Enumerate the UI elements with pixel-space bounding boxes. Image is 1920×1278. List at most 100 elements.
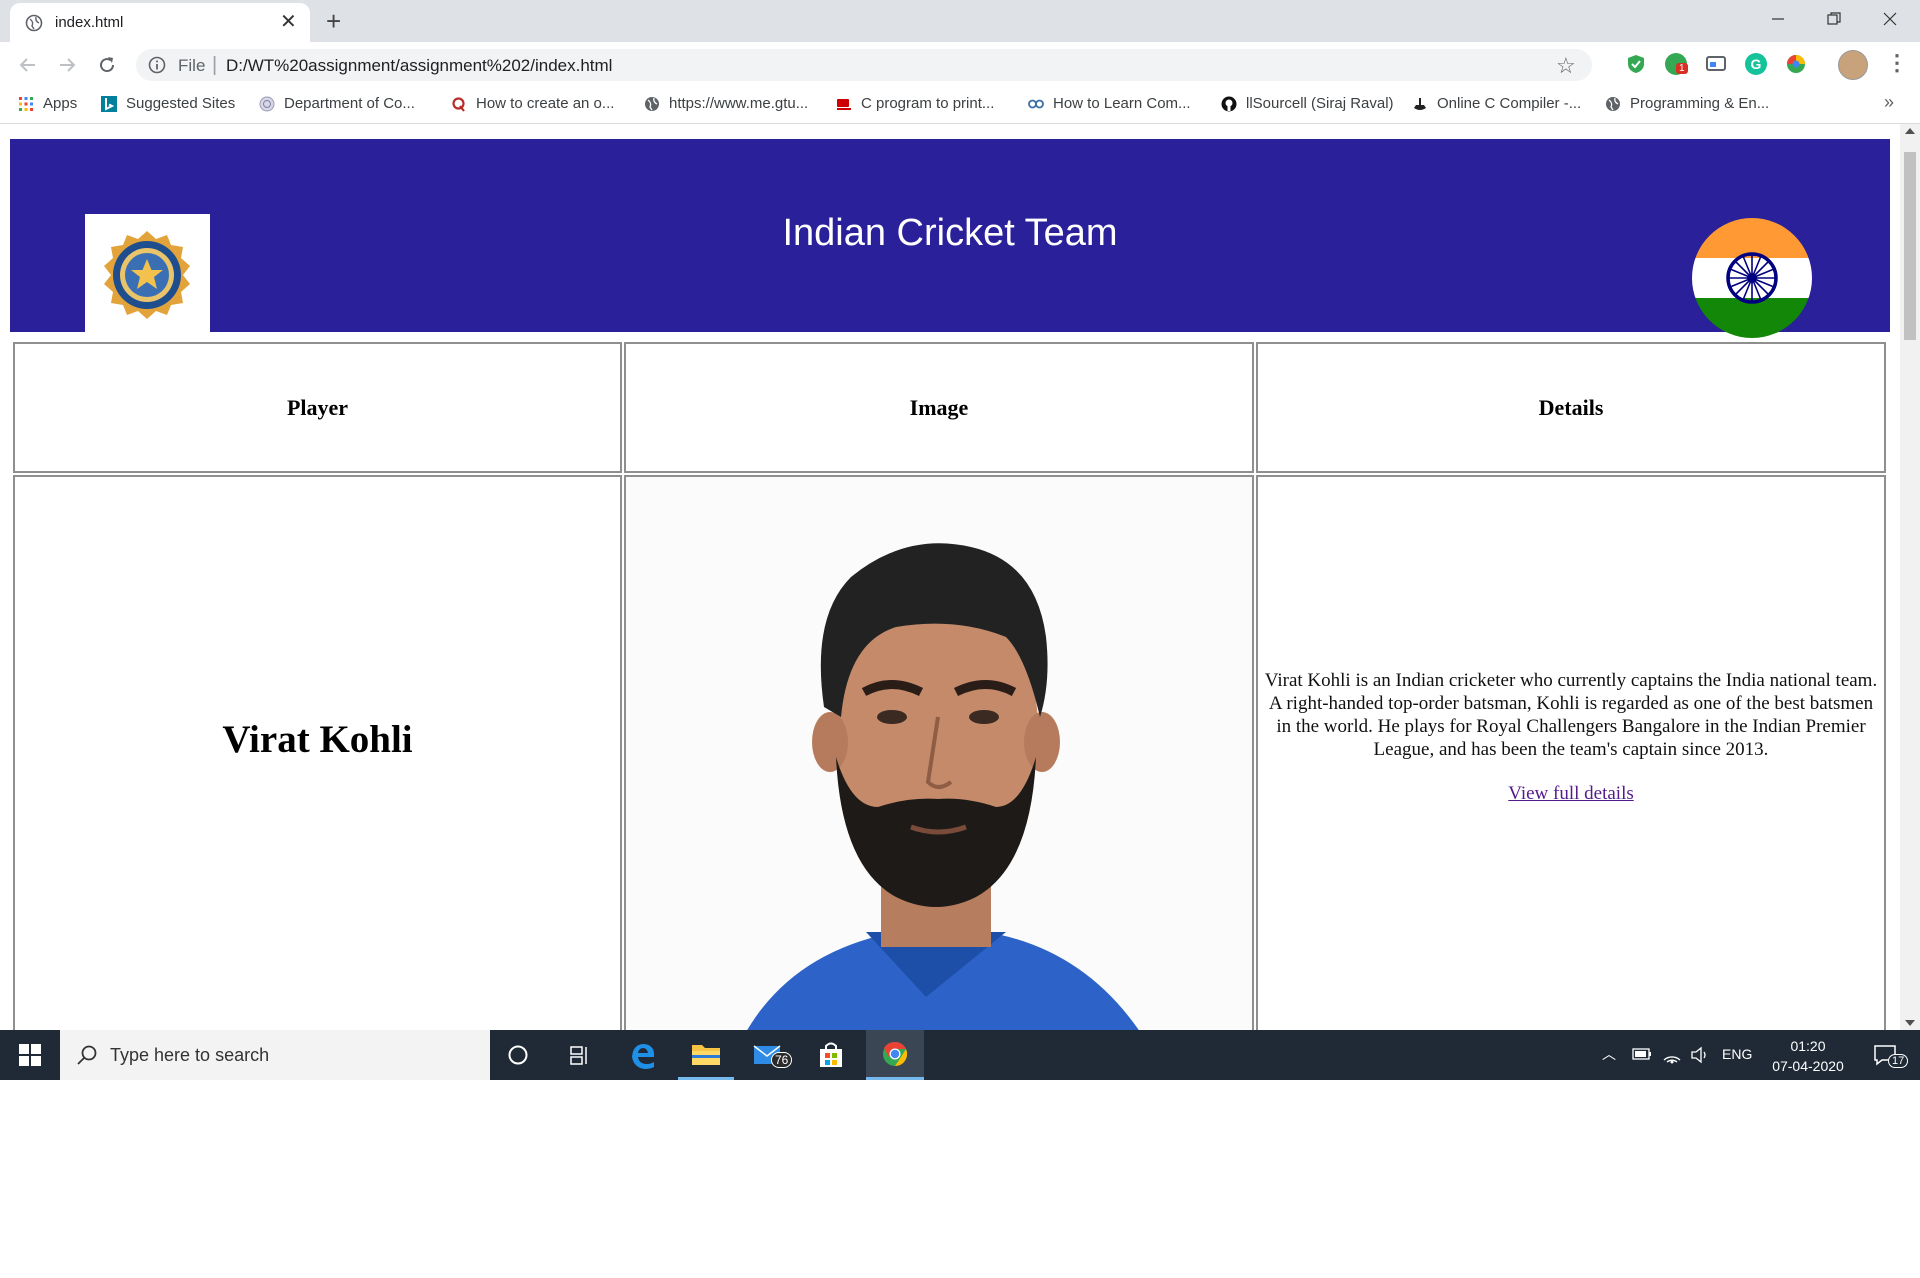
folder-icon [692,1044,720,1065]
task-view-icon [570,1046,587,1065]
grammarly-icon[interactable]: G [1745,53,1767,75]
bookmark-label: llSourcell (Siraj Raval) [1246,95,1394,112]
url-separator: | [212,54,218,76]
restore-button[interactable] [1806,0,1862,38]
globe-icon [1606,96,1620,111]
scrollbar-thumb[interactable] [1904,152,1916,340]
bookmark-label: Suggested Sites [126,95,236,112]
shield-extension-icon[interactable] [1625,53,1647,75]
bing-icon [101,95,117,112]
edge-icon [632,1044,655,1069]
github-icon [1221,96,1237,111]
battery-icon[interactable] [1632,1047,1652,1061]
wifi-icon[interactable] [1662,1046,1682,1064]
bookmark-github[interactable]: llSourcell (Siraj Raval) [1221,95,1394,112]
bookmark-star-icon[interactable]: ☆ [1556,53,1576,79]
bookmark-c-program[interactable]: C program to print... [836,95,994,112]
bookmark-department[interactable]: Department of Co... [259,95,415,112]
action-center-button[interactable]: 17 [1860,1030,1910,1080]
bookmark-quora[interactable]: How to create an o... [451,95,614,112]
cast-extension-icon[interactable] [1705,53,1727,75]
task-view-button[interactable] [552,1030,608,1080]
edge-button[interactable] [615,1030,671,1080]
input-language[interactable]: ENG [1722,1046,1752,1062]
cortana-button[interactable] [490,1030,546,1080]
new-tab-button[interactable]: + [326,6,341,36]
bookmark-label: Online C Compiler -... [1437,95,1582,112]
notification-count: 17 [1888,1054,1909,1068]
scroll-up-arrow-icon[interactable] [1905,128,1915,134]
page-scrollbar[interactable] [1900,124,1920,1030]
store-icon [820,1042,842,1067]
globe-seal-icon [259,96,275,111]
clock-date: 07-04-2020 [1772,1058,1844,1074]
bookmarks-overflow-icon[interactable]: » [1884,92,1894,113]
bookmark-programming[interactable]: Programming & En... [1605,95,1769,112]
header-player: Player [13,342,622,473]
close-window-button[interactable] [1862,0,1918,38]
profile-avatar[interactable] [1838,50,1868,80]
bookmark-gtu[interactable]: https://www.me.gtu... [644,95,808,112]
system-clock[interactable]: 01:20 07-04-2020 [1760,1036,1856,1076]
chrome-taskbar-button[interactable] [866,1030,924,1080]
globe-icon [645,96,659,111]
quora-icon [452,96,465,112]
minimize-icon [1772,18,1784,20]
extension-green-icon[interactable]: 1 [1665,53,1688,75]
india-flag-icon [1692,218,1812,338]
globe-icon [25,14,43,32]
goggles-icon [1028,99,1044,108]
cortana-icon [508,1045,528,1065]
bookmark-apps[interactable]: Apps [18,95,77,112]
empty-area-below-screen [0,1080,1920,1278]
back-button[interactable] [14,51,42,79]
store-button[interactable] [803,1030,859,1080]
start-button[interactable] [0,1030,60,1080]
scroll-down-arrow-icon[interactable] [1905,1020,1915,1026]
address-bar[interactable]: File | D:/WT%20assignment/assignment%202… [136,49,1592,81]
browser-tab[interactable]: index.html ✕ [10,3,310,42]
forward-button[interactable] [53,51,81,79]
tab-close-icon[interactable]: ✕ [280,11,297,33]
player-name: Virat Kohli [13,475,622,1030]
reload-icon [100,57,115,73]
player-bio: Virat Kohli is an Indian cricketer who c… [1264,670,1878,760]
player-name-text: Virat Kohli [222,717,413,761]
cup-icon [837,98,851,110]
minimize-button[interactable] [1750,0,1806,38]
windows-taskbar: Type here to search 76 ︿ ENG 01:20 07-04… [0,1030,1920,1080]
search-placeholder: Type here to search [110,1045,270,1065]
tray-overflow-icon[interactable]: ︿ [1602,1044,1616,1064]
page-viewport: Indian Cricket Team Player Image Details… [0,124,1900,1030]
bookmark-label: How to create an o... [476,95,615,112]
search-icon [77,1045,97,1065]
compiler-icon [1414,97,1426,110]
clock-time: 01:20 [1790,1038,1826,1054]
bookmark-suggested-sites[interactable]: Suggested Sites [101,95,235,112]
volume-icon[interactable] [1690,1046,1710,1064]
close-icon [1883,12,1897,26]
bookmark-compiler[interactable]: Online C Compiler -... [1412,95,1581,112]
mail-badge: 76 [771,1052,793,1068]
bookmark-learn[interactable]: How to Learn Com... [1028,95,1191,112]
browser-menu-icon[interactable]: ⋮ [1886,48,1908,78]
url-text[interactable]: D:/WT%20assignment/assignment%202/index.… [226,56,612,76]
page-title: Indian Cricket Team [782,212,1118,254]
file-explorer-button[interactable] [678,1030,734,1080]
taskbar-search-box[interactable]: Type here to search [60,1030,490,1080]
apps-grid-icon [19,96,33,111]
chrome-extension-icon[interactable] [1785,53,1807,75]
info-icon[interactable] [148,56,166,74]
mail-button[interactable]: 76 [741,1030,797,1080]
reload-button[interactable] [93,51,121,79]
arrow-right-icon [60,58,76,72]
browser-toolbar: File | D:/WT%20assignment/assignment%202… [0,42,1920,87]
arrow-left-icon [19,58,35,72]
chrome-icon [883,1041,908,1066]
header-image: Image [624,342,1254,473]
bookmark-label: Department of Co... [284,95,415,112]
player-portrait-image [626,477,1252,1030]
view-full-details-link[interactable]: View full details [1508,782,1634,805]
bookmark-label: C program to print... [861,95,995,112]
tab-title: index.html [55,14,124,31]
